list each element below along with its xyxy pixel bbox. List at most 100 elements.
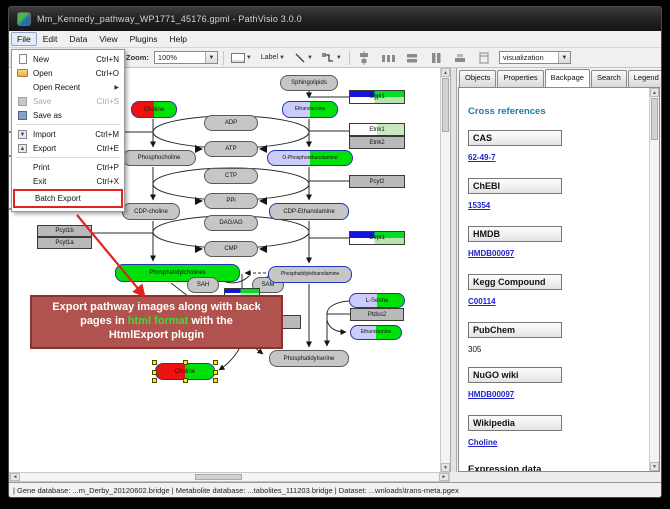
selection-handle[interactable]: [152, 360, 157, 365]
menu-file[interactable]: File: [11, 32, 37, 46]
xref-link[interactable]: C00114: [468, 297, 496, 306]
page-setup-icon: [477, 51, 491, 65]
menu-help[interactable]: Help: [164, 32, 193, 46]
pathway-node-sah[interactable]: SAH: [187, 277, 219, 293]
pathway-node-ptdss2[interactable]: Ptdss2: [350, 308, 404, 321]
canvas-hscroll-thumb[interactable]: [195, 474, 242, 480]
tab-search[interactable]: Search: [591, 70, 627, 87]
common-size-button[interactable]: [451, 49, 470, 66]
pathway-node-adp[interactable]: ADP: [204, 115, 258, 131]
pathway-node-cmp[interactable]: CMP: [204, 241, 258, 257]
connector-icon: [322, 52, 335, 64]
menu-plugins[interactable]: Plugins: [124, 32, 164, 46]
menu-item-label: Open: [33, 69, 92, 78]
file-menu-item-save[interactable]: SaveCtrl+S: [13, 94, 123, 108]
stack-rows-button[interactable]: [403, 49, 422, 66]
scroll-down-icon[interactable]: ▼: [650, 462, 659, 471]
status-bar: | Gene database: ...m_Derby_20120602.bri…: [9, 482, 661, 497]
scroll-up-icon[interactable]: ▲: [441, 68, 450, 77]
pathway-node-ppi[interactable]: PPi: [204, 193, 258, 209]
selection-handle[interactable]: [183, 378, 188, 383]
scroll-left-icon[interactable]: ◄: [10, 473, 20, 481]
xref-link[interactable]: HMDB00097: [468, 390, 514, 399]
canvas-vscroll-thumb[interactable]: [442, 78, 449, 132]
zoom-dropdown-icon[interactable]: ▼: [205, 52, 217, 63]
visualization-dropdown-icon[interactable]: ▼: [558, 52, 570, 63]
panel-vscroll-thumb[interactable]: [651, 98, 658, 140]
file-menu-item-open[interactable]: OpenCtrl+O: [13, 66, 123, 80]
panel-splitter[interactable]: [450, 68, 457, 472]
menu-item-shortcut: Ctrl+P: [97, 163, 119, 172]
menu-data[interactable]: Data: [63, 32, 93, 46]
pathway-node-pcyt1b[interactable]: Pcyt1b: [37, 225, 92, 237]
menu-view[interactable]: View: [93, 32, 123, 46]
zoom-combobox[interactable]: 100% ▼: [154, 51, 218, 64]
scroll-up-icon[interactable]: ▲: [650, 88, 659, 97]
selection-handle[interactable]: [213, 378, 218, 383]
pathway-node-atp[interactable]: ATP: [204, 141, 258, 157]
tab-objects[interactable]: Objects: [459, 70, 496, 87]
visualization-combobox[interactable]: visualization ▼: [499, 51, 571, 64]
selection-handle[interactable]: [213, 360, 218, 365]
file-menu-item-new[interactable]: NewCtrl+N: [13, 52, 123, 66]
pathway-node-cdp-choline[interactable]: CDP-choline: [122, 203, 180, 220]
pathway-node-cdp-ethanolamine[interactable]: CDP-Ethanolamine: [269, 203, 349, 220]
tab-properties[interactable]: Properties: [497, 70, 543, 87]
pathway-node-l-serine[interactable]: L-Serine: [349, 293, 405, 308]
pathway-node-ethanolamine[interactable]: Ethanolamine: [282, 101, 338, 118]
scroll-right-icon[interactable]: ►: [439, 473, 449, 481]
pathway-node-choline[interactable]: Choline: [131, 101, 177, 118]
pathway-node-o-phosphoethanolamine[interactable]: O-Phosphoethanolamine: [267, 150, 353, 166]
file-menu-item-import[interactable]: ▼ImportCtrl+M: [13, 127, 123, 141]
pathway-node-ethanolamine[interactable]: Ethanolamine: [350, 325, 402, 340]
pathway-node-phosphatidylserine[interactable]: Phosphatidylserine: [269, 350, 349, 367]
selection-handle[interactable]: [213, 370, 218, 375]
scroll-down-icon[interactable]: ▼: [441, 463, 450, 472]
xref-link[interactable]: Choline: [468, 438, 497, 447]
tab-legend[interactable]: Legend: [628, 70, 662, 87]
pathway-node-pcyt2[interactable]: Pcyt2: [349, 175, 405, 188]
pathway-node[interactable]: [281, 315, 301, 329]
pathway-node-sphingolipids[interactable]: Sphingolipids: [280, 75, 338, 91]
xref-link[interactable]: 62-49-7: [468, 153, 496, 162]
pathway-node-phosphatidylethanolamine[interactable]: Phosphatidylethanolamine: [268, 266, 352, 283]
file-menu-item-print[interactable]: PrintCtrl+P: [13, 160, 123, 174]
pathway-node-sgpl1[interactable]: Sgpl1: [349, 90, 405, 104]
menu-item-shortcut: Ctrl+M: [95, 130, 119, 139]
line-tool[interactable]: ▼: [292, 49, 315, 66]
pathway-node-cept1[interactable]: Cept1: [349, 231, 405, 245]
panel-vertical-scrollbar[interactable]: ▲ ▼: [649, 88, 659, 471]
distribute-horizontal-button[interactable]: [379, 49, 398, 66]
canvas-vertical-scrollbar[interactable]: ▲ ▼: [440, 68, 450, 472]
connector-tool[interactable]: ▼: [320, 49, 344, 66]
selection-handle[interactable]: [183, 360, 188, 365]
menu-bar: FileEditDataViewPluginsHelp: [9, 31, 661, 48]
pathway-node-ctp[interactable]: CTP: [204, 168, 258, 184]
label-tool[interactable]: Label ▼: [259, 49, 287, 66]
pathway-node-etnk2[interactable]: Etnk2: [349, 136, 405, 149]
menu-edit[interactable]: Edit: [37, 32, 64, 46]
selection-handle[interactable]: [152, 370, 157, 375]
canvas-horizontal-scrollbar[interactable]: ◄ ►: [9, 472, 450, 482]
file-menu-item-batch-export[interactable]: Batch Export: [13, 189, 123, 208]
pathway-node-pcyt1a[interactable]: Pcyt1a: [37, 237, 92, 249]
selection-handle[interactable]: [152, 378, 157, 383]
gene-product-tool[interactable]: ▼: [229, 49, 254, 66]
file-menu-item-open-recent[interactable]: Open Recent▶: [13, 80, 123, 94]
xref-link[interactable]: 15354: [468, 201, 490, 210]
scrollbar-row: ◄ ►: [9, 472, 661, 482]
pathway-node-etnk1[interactable]: Etnk1: [349, 123, 405, 136]
file-menu-item-exit[interactable]: ExitCtrl+X: [13, 174, 123, 188]
tab-backpage[interactable]: Backpage: [545, 69, 590, 87]
common-size-icon: [453, 51, 467, 65]
title-bar[interactable]: Mm_Kennedy_pathway_WP1771_45176.gpml - P…: [9, 7, 661, 31]
pathway-node-phosphocholine[interactable]: Phosphocholine: [122, 150, 196, 166]
pathway-node-dag-ag[interactable]: DAG/AG: [204, 215, 258, 231]
align-center-button[interactable]: [355, 49, 374, 66]
file-menu-item-export[interactable]: ▲ExportCtrl+E: [13, 141, 123, 155]
file-menu-item-save-as[interactable]: Save as: [13, 108, 123, 122]
page-setup-button[interactable]: [475, 49, 494, 66]
xref-link[interactable]: HMDB00097: [468, 249, 514, 258]
stack-columns-button[interactable]: [427, 49, 446, 66]
pathway-node-phosphatidylcholines[interactable]: Phosphatidylcholines: [115, 264, 240, 282]
